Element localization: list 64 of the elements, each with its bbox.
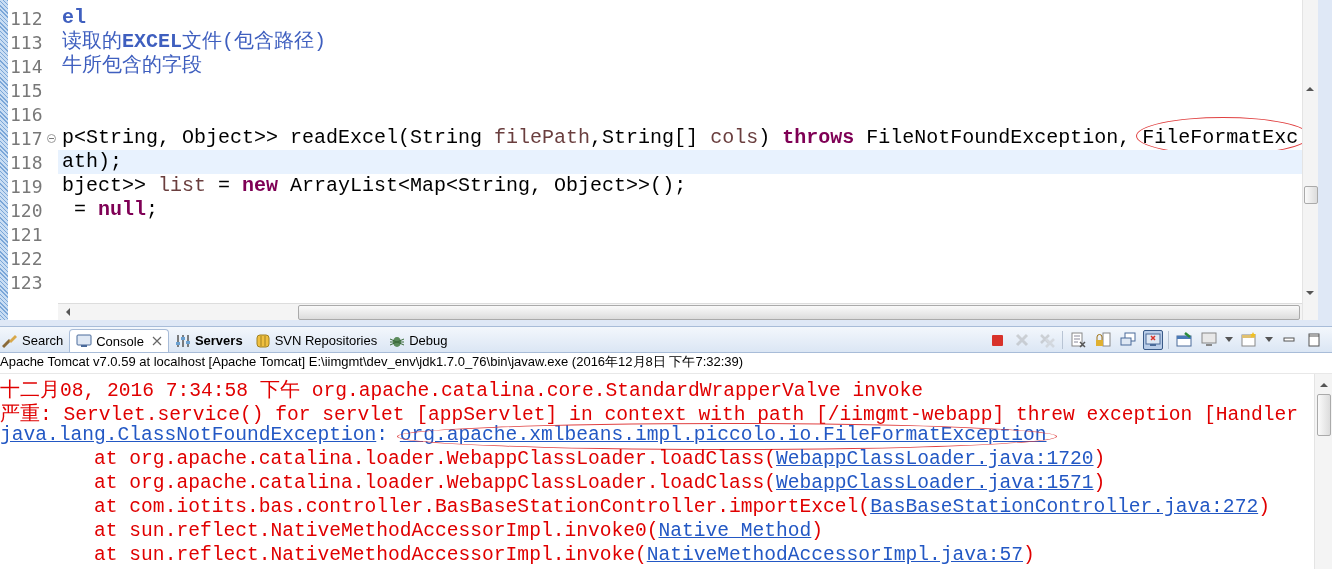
line-number: 113: [9, 31, 43, 53]
source-link[interactable]: WebappClassLoader.java:1720: [776, 448, 1094, 470]
console-line: at com.iotits.bas.controller.BasBaseStationController.importExcel(BasBaseStationController.java:272): [93, 496, 1270, 520]
console-error-icon: [1145, 331, 1161, 348]
toolbar-button[interactable]: [1068, 329, 1088, 350]
panel-tab[interactable]: Debug: [383, 329, 454, 352]
line-number: 121: [9, 223, 43, 245]
dropdown-caret-icon: [1265, 337, 1273, 342]
line-number: 112: [9, 7, 43, 29]
console-line: 十二月08, 2016 7:34:58 下午 org.apache.catalina.core.StandardWrapperValve invoke: [0, 378, 924, 400]
console-line: at sun.reflect.NativeMethodAccessorImpl.invoke0(Native Method): [93, 520, 824, 544]
lock-document-icon: [1095, 331, 1111, 348]
monitor-icon: [1201, 331, 1217, 348]
process-label: Apache Tomcat v7.0.59 at localhost [Apache Tomcat] E:\iimgmt\dev_env\jdk1.7.0_76\bin\javaw.exe (2016年12月8日 下午7:32:39): [0, 353, 1332, 374]
line-number: 123: [9, 271, 43, 293]
panel-tab[interactable]: SVN Repositories: [248, 329, 384, 352]
close-icon: [1014, 331, 1030, 348]
console-line: java.lang.ClassNotFoundException:: [0, 424, 390, 448]
code-line: 读取的EXCEL文件(包含路径): [62, 30, 327, 54]
console-line: at sun.reflect.NativeMethodAccessorImpl.invoke(NativeMethodAccessorImpl.java:57): [93, 544, 1035, 568]
code-line: 牛所包含的字段: [62, 54, 202, 78]
console-line: at org.apache.catalina.loader.WebappClassLoader.loadClass(WebappClassLoader.java:1571): [93, 472, 1106, 496]
torch-icon: [2, 332, 18, 349]
scroll-left-icon: [64, 307, 72, 317]
line-number: 122: [9, 247, 43, 269]
dropdown-caret-icon: [1225, 337, 1233, 342]
console-line: 严重: Servlet.service() for servlet [appServlet] in context with path [/iimgmt-webapp] threw exception [Handler: [0, 402, 1299, 424]
code-line: ath);: [62, 150, 122, 174]
code-line: = null;: [73, 198, 159, 222]
line-number: 120: [9, 199, 43, 221]
toolbar-button[interactable]: [1174, 329, 1194, 350]
panel-tab[interactable]: Console: [69, 329, 169, 352]
maximize-icon: [1306, 331, 1322, 348]
source-link[interactable]: BasBaseStationController.java:272: [870, 496, 1259, 518]
code-line: bject>> list = new ArrayList<Map<String, Object>>();: [62, 174, 687, 198]
code-line: p<String, Object>> readExcel(String filePath,String[] cols) throws FileNotFoundException, FileFormatExc: [62, 126, 1299, 150]
line-number: 119: [9, 175, 43, 197]
console-line: at org.apache.catalina.loader.WebappClassLoader.loadClass(WebappClassLoader.java:1720): [93, 448, 1106, 472]
panel-tab[interactable]: Search: [0, 329, 70, 352]
scroll-up-icon: [1320, 382, 1328, 388]
scroll-up-icon: [1306, 86, 1314, 92]
panel-tab[interactable]: Servers: [168, 329, 249, 352]
source-link[interactable]: java.lang.ClassNotFoundException: [0, 424, 377, 446]
line-number: 116: [9, 103, 43, 125]
line-number: 114: [9, 55, 43, 77]
sliders-icon: [174, 332, 191, 349]
scrollbar-thumb[interactable]: [1317, 394, 1331, 436]
source-link[interactable]: NativeMethodAccessorImpl.java:57: [646, 544, 1023, 566]
code-line: el: [62, 6, 86, 30]
source-link[interactable]: WebappClassLoader.java:1571: [776, 472, 1094, 494]
scroll-down-icon: [1306, 290, 1314, 296]
close-all-icon: [1039, 331, 1055, 348]
line-number: 115: [9, 79, 43, 101]
line-number: 118: [9, 151, 43, 173]
new-window-icon: [1241, 331, 1257, 348]
source-link[interactable]: org.apache.xmlbeans.impl.piccolo.io.FileFormatException: [399, 424, 1047, 448]
scrollbar-thumb[interactable]: [1304, 186, 1318, 204]
toolbar-button[interactable]: [1143, 329, 1163, 350]
document-clear-icon: [1070, 331, 1086, 348]
scrollbar-thumb[interactable]: [298, 305, 1300, 320]
source-link[interactable]: Native Method: [658, 520, 812, 542]
monitor-icon: [76, 333, 93, 349]
line-number: 117: [9, 127, 43, 149]
pinned-window-icon: [1176, 331, 1192, 348]
